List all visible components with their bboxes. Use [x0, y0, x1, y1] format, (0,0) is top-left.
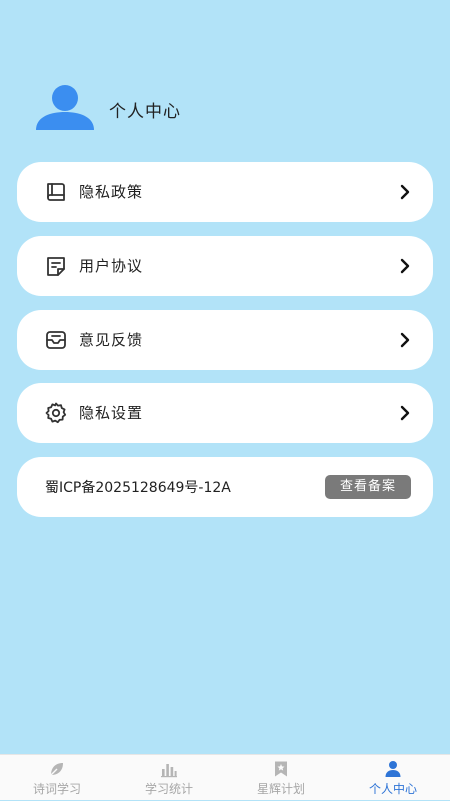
- page-title: 个人中心: [109, 102, 181, 122]
- menu-item-label: 隐私设置: [79, 404, 144, 422]
- profile-header: 个人中心: [0, 0, 450, 160]
- avatar-icon[interactable]: [35, 84, 95, 134]
- menu-item-label: 意见反馈: [79, 331, 144, 349]
- menu-item-privacy-settings[interactable]: 隐私设置: [17, 383, 433, 443]
- document-icon: [47, 257, 65, 276]
- person-icon: [385, 761, 401, 777]
- leaf-icon: [50, 763, 63, 776]
- chevron-right-icon: [400, 405, 410, 421]
- inbox-icon: [46, 331, 66, 349]
- star-bookmark-icon: [275, 761, 287, 777]
- bottom-tab-bar: 诗词学习 学习统计 星辉计划 个人中心: [0, 754, 450, 800]
- menu-item-label: 隐私政策: [79, 183, 144, 201]
- menu-item-user-agreement[interactable]: 用户协议: [17, 236, 433, 296]
- tab-poetry-study[interactable]: 诗词学习: [1, 755, 113, 801]
- chevron-right-icon: [400, 332, 410, 348]
- menu-item-label: 用户协议: [79, 257, 144, 275]
- bar-chart-icon: [161, 764, 177, 778]
- tab-star-plan[interactable]: 星辉计划: [225, 755, 337, 801]
- menu-item-feedback[interactable]: 意见反馈: [17, 310, 433, 370]
- chevron-right-icon: [400, 258, 410, 274]
- menu-item-privacy-policy[interactable]: 隐私政策: [17, 162, 433, 222]
- icp-number: 蜀ICP备2025128649号-12A: [45, 480, 231, 496]
- view-record-button[interactable]: 查看备案: [325, 475, 411, 499]
- tab-label: 学习统计: [144, 782, 193, 796]
- tab-profile[interactable]: 个人中心: [337, 755, 449, 801]
- tab-label: 星辉计划: [256, 782, 305, 796]
- gear-icon: [45, 402, 67, 424]
- tab-label: 个人中心: [368, 782, 417, 796]
- book-icon: [47, 183, 65, 201]
- tab-study-stats[interactable]: 学习统计: [113, 755, 225, 801]
- chevron-right-icon: [400, 184, 410, 200]
- tab-label: 诗词学习: [32, 782, 81, 796]
- icp-record-card: 蜀ICP备2025128649号-12A 查看备案: [17, 457, 433, 517]
